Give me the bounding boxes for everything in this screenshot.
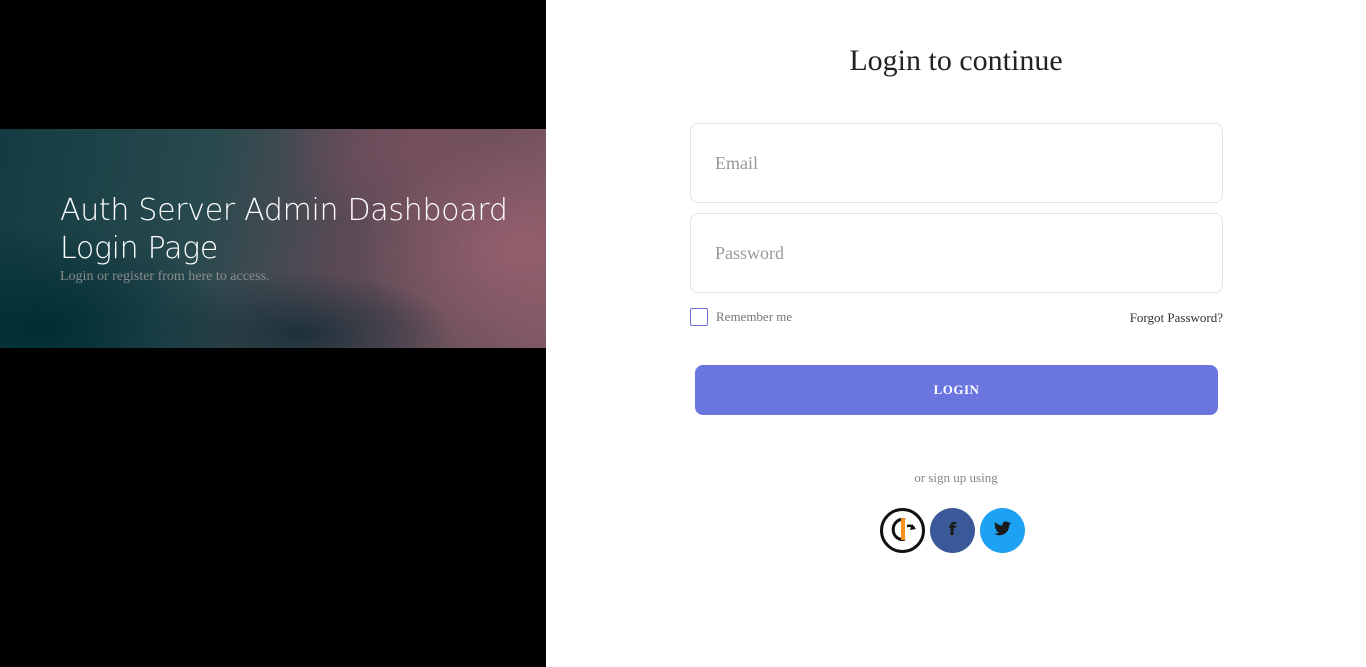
facebook-icon: f xyxy=(948,520,957,540)
hero-banner: Auth Server Admin Dashboard Login Page L… xyxy=(0,129,546,348)
twitter-button[interactable] xyxy=(980,508,1025,553)
remember-me-checkbox[interactable] xyxy=(690,308,708,326)
openid-icon xyxy=(888,514,918,548)
forgot-password-link[interactable]: Forgot Password? xyxy=(1130,310,1223,326)
twitter-icon xyxy=(994,521,1011,540)
login-panel: Login to continue Remember me Forgot Pas… xyxy=(546,0,1366,667)
facebook-button[interactable]: f xyxy=(930,508,975,553)
email-field[interactable] xyxy=(690,123,1223,203)
hero-title: Auth Server Admin Dashboard Login Page xyxy=(60,193,508,266)
login-button[interactable]: LOGIN xyxy=(695,365,1218,415)
left-panel: Auth Server Admin Dashboard Login Page L… xyxy=(0,0,546,667)
social-buttons: f xyxy=(880,508,1025,553)
remember-me-label: Remember me xyxy=(716,309,793,324)
hero-subtitle: Login or register from here to access. xyxy=(60,269,270,284)
password-field[interactable] xyxy=(690,213,1223,293)
form-title: Login to continue xyxy=(849,44,1063,77)
signup-text: or sign up using xyxy=(914,470,998,485)
openid-button[interactable] xyxy=(880,508,925,553)
remember-me[interactable]: Remember me xyxy=(690,308,792,326)
